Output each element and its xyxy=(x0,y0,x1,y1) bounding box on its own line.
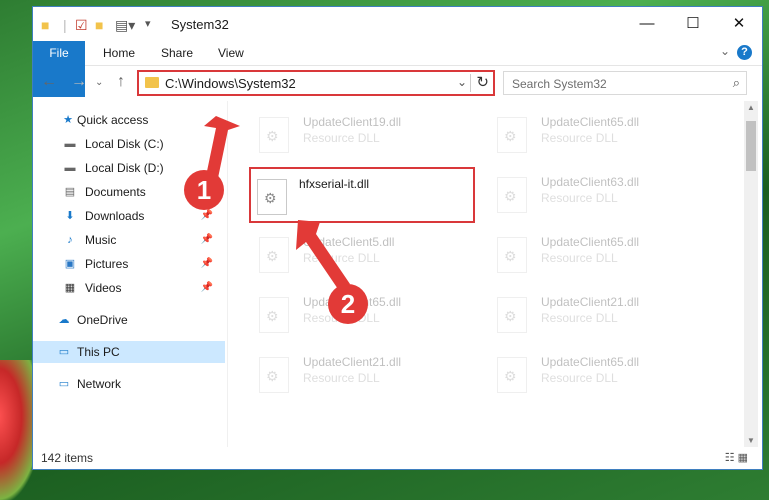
callout-2: 2 xyxy=(328,284,368,324)
arrow-1-icon xyxy=(204,116,240,178)
callout-1: 1 xyxy=(184,170,224,210)
annotation-arrows xyxy=(204,116,350,292)
arrow-2-icon xyxy=(296,220,350,292)
